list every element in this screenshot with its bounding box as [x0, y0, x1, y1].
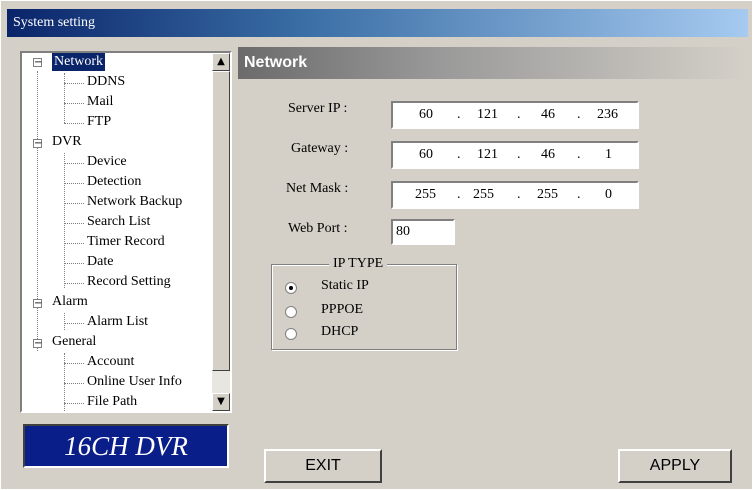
- tree-line: [64, 153, 65, 288]
- tree-line: [64, 363, 84, 364]
- tree-item-detection[interactable]: Detection: [87, 173, 141, 191]
- tree-line: [64, 313, 65, 330]
- tree-line: [64, 183, 84, 184]
- ip-dot: .: [457, 187, 461, 202]
- tree-line: [64, 73, 65, 123]
- scroll-down-icon[interactable]: ▼: [212, 393, 230, 411]
- tree-item-network[interactable]: Network: [52, 53, 105, 71]
- scroll-up-icon[interactable]: ▲: [212, 53, 230, 71]
- ip-dot: .: [577, 107, 581, 122]
- dhcp-radio[interactable]: [285, 328, 297, 340]
- tree-item-dvr[interactable]: DVR: [52, 133, 82, 151]
- tree-line: [64, 103, 84, 104]
- tree-line: [64, 223, 84, 224]
- ip-octet: 121: [477, 147, 498, 162]
- netmask-label: Net Mask :: [286, 181, 349, 196]
- tree-line: [64, 203, 84, 204]
- ip-octet: 255: [537, 187, 558, 202]
- tree-item-account[interactable]: Account: [87, 353, 134, 371]
- dvr-logo: 16CH DVR: [23, 424, 229, 468]
- pppoe-radio[interactable]: [285, 306, 297, 318]
- tree-item-alarm-list[interactable]: Alarm List: [87, 313, 148, 331]
- apply-button[interactable]: APPLY: [618, 449, 732, 483]
- tree-item-alarm[interactable]: Alarm: [52, 293, 88, 311]
- tree-item-search-list[interactable]: Search List: [87, 213, 150, 231]
- tree-line: [37, 71, 38, 351]
- tree-item-record-setting[interactable]: Record Setting: [87, 273, 171, 291]
- tree-scrollbar[interactable]: ▲ ▼: [212, 53, 230, 411]
- netmask-field[interactable]: 255 . 255 . 255 . 0: [391, 181, 639, 209]
- ip-octet: 46: [541, 107, 555, 122]
- tree-content: − Network DDNS Mail FTP − DVR Device Det…: [22, 53, 210, 411]
- panel-title: Network: [238, 47, 748, 79]
- pppoe-label[interactable]: PPPOE: [321, 302, 363, 318]
- ip-type-legend: IP TYPE: [329, 256, 388, 272]
- tree-item-network-backup[interactable]: Network Backup: [87, 193, 182, 211]
- tree-line: [64, 283, 84, 284]
- system-setting-window: System setting − Network DDNS Mail FTP −…: [0, 0, 753, 490]
- dhcp-label[interactable]: DHCP: [321, 324, 358, 340]
- tree-line: [64, 123, 84, 124]
- window-title: System setting: [7, 9, 748, 37]
- collapse-network-icon[interactable]: −: [33, 58, 42, 68]
- tree-item-ddns[interactable]: DDNS: [87, 73, 125, 91]
- static-ip-radio[interactable]: [285, 282, 297, 294]
- settings-tree[interactable]: − Network DDNS Mail FTP − DVR Device Det…: [20, 51, 232, 413]
- tree-line: [64, 243, 84, 244]
- gateway-label: Gateway :: [291, 141, 349, 156]
- ip-octet: 0: [605, 187, 612, 202]
- exit-button[interactable]: EXIT: [264, 449, 382, 483]
- server-ip-label: Server IP :: [288, 101, 348, 116]
- collapse-general-icon[interactable]: −: [33, 339, 42, 349]
- tree-line: [64, 323, 84, 324]
- ip-octet: 60: [419, 147, 433, 162]
- tree-line: [64, 83, 84, 84]
- ip-octet: 255: [415, 187, 436, 202]
- static-ip-label[interactable]: Static IP: [321, 278, 369, 294]
- ip-octet: 1: [605, 147, 612, 162]
- ip-dot: .: [577, 187, 581, 202]
- web-port-field[interactable]: 80: [391, 219, 455, 245]
- ip-dot: .: [457, 107, 461, 122]
- tree-item-file-path[interactable]: File Path: [87, 393, 137, 411]
- ip-dot: .: [577, 147, 581, 162]
- ip-octet: 121: [477, 107, 498, 122]
- scroll-thumb[interactable]: [212, 71, 230, 371]
- tree-line: [64, 163, 84, 164]
- tree-item-ftp[interactable]: FTP: [87, 113, 111, 131]
- ip-octet: 46: [541, 147, 555, 162]
- ip-dot: .: [517, 147, 521, 162]
- tree-line: [64, 263, 84, 264]
- ip-octet: 236: [597, 107, 618, 122]
- ip-octet: 255: [473, 187, 494, 202]
- tree-line: [64, 383, 84, 384]
- server-ip-field[interactable]: 60 . 121 . 46 . 236: [391, 101, 639, 129]
- collapse-dvr-icon[interactable]: −: [33, 139, 42, 149]
- tree-item-mail[interactable]: Mail: [87, 93, 113, 111]
- collapse-alarm-icon[interactable]: −: [33, 299, 42, 309]
- ip-octet: 60: [419, 107, 433, 122]
- ip-dot: .: [457, 147, 461, 162]
- tree-item-device[interactable]: Device: [87, 153, 127, 171]
- ip-dot: .: [517, 107, 521, 122]
- tree-item-online-user-info[interactable]: Online User Info: [87, 373, 182, 391]
- ip-type-group: [271, 264, 457, 350]
- tree-item-date[interactable]: Date: [87, 253, 113, 271]
- ip-dot: .: [517, 187, 521, 202]
- tree-line: [64, 403, 84, 404]
- tree-item-timer-record[interactable]: Timer Record: [87, 233, 165, 251]
- web-port-label: Web Port :: [288, 221, 348, 236]
- tree-item-general[interactable]: General: [52, 333, 96, 351]
- gateway-field[interactable]: 60 . 121 . 46 . 1: [391, 141, 639, 169]
